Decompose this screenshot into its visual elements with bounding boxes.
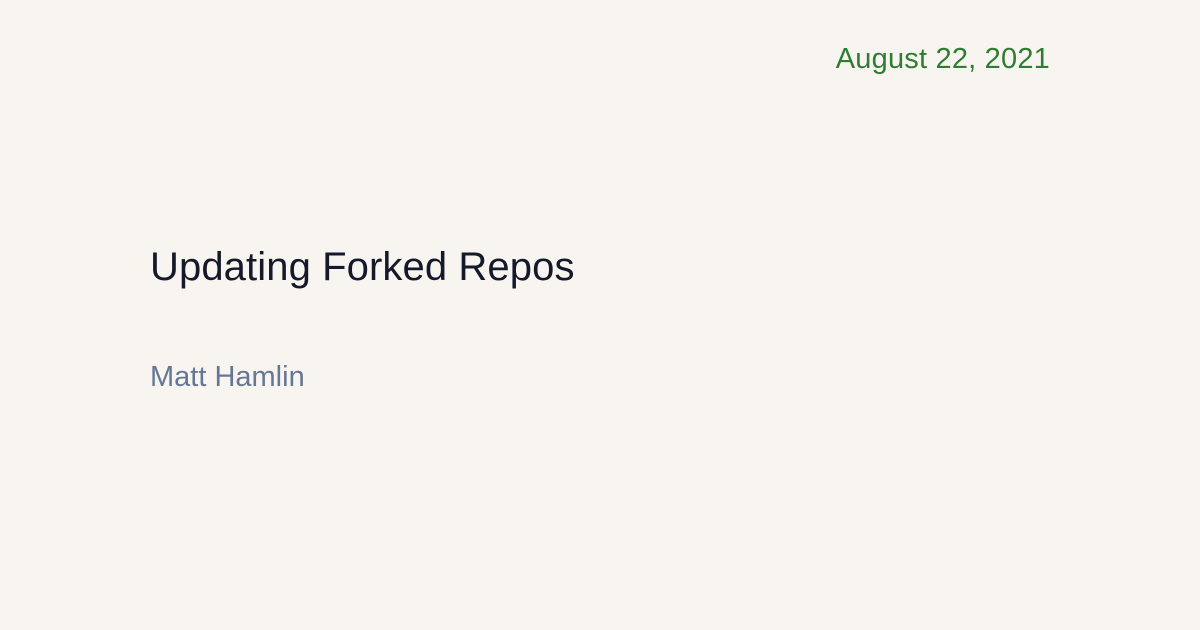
social-card: August 22, 2021 Updating Forked Repos Ma… (0, 0, 1200, 630)
post-title: Updating Forked Repos (150, 245, 575, 289)
post-date: August 22, 2021 (835, 43, 1050, 75)
post-author: Matt Hamlin (150, 361, 305, 393)
